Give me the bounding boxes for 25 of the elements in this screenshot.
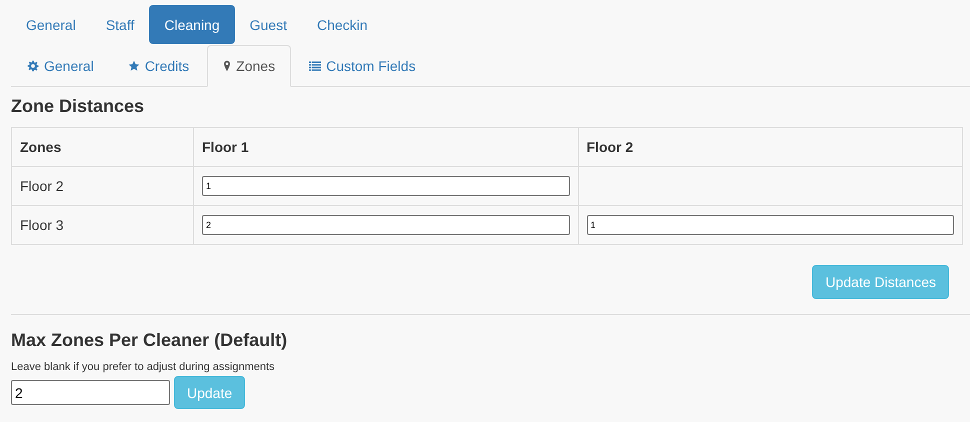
- tab[interactable]: Custom Fields: [293, 45, 432, 87]
- section-heading: Max Zones Per Cleaner (Default): [11, 330, 288, 351]
- star-icon: [128, 60, 140, 72]
- distance-input[interactable]: 2: [202, 215, 570, 235]
- column-header: Floor 1: [194, 128, 578, 166]
- column-header: Zones: [12, 128, 194, 166]
- distance-input[interactable]: 1: [202, 176, 570, 196]
- nav-tab[interactable]: General: [11, 5, 91, 44]
- row-label: Floor 2: [20, 178, 64, 194]
- gear-icon: [27, 60, 39, 72]
- list-icon: [309, 60, 322, 72]
- tab[interactable]: General: [11, 45, 110, 87]
- section-heading: Zone Distances: [11, 96, 146, 117]
- nav-tab[interactable]: Staff: [90, 5, 150, 44]
- hint-text: Leave blank if you prefer to adjust during assignments: [11, 361, 276, 373]
- column-header: Floor 2: [578, 128, 962, 166]
- distance-input[interactable]: 1: [586, 215, 954, 235]
- max-zones-input[interactable]: 2: [11, 380, 170, 405]
- tab[interactable]: Zones: [207, 45, 292, 87]
- nav-tab[interactable]: Guest: [234, 5, 302, 44]
- tab[interactable]: Credits: [112, 45, 206, 87]
- nav-tab[interactable]: Checkin: [302, 5, 383, 44]
- nav-tab[interactable]: Cleaning: [149, 5, 235, 44]
- row-label: Floor 3: [20, 217, 64, 233]
- pin-icon: [223, 60, 232, 72]
